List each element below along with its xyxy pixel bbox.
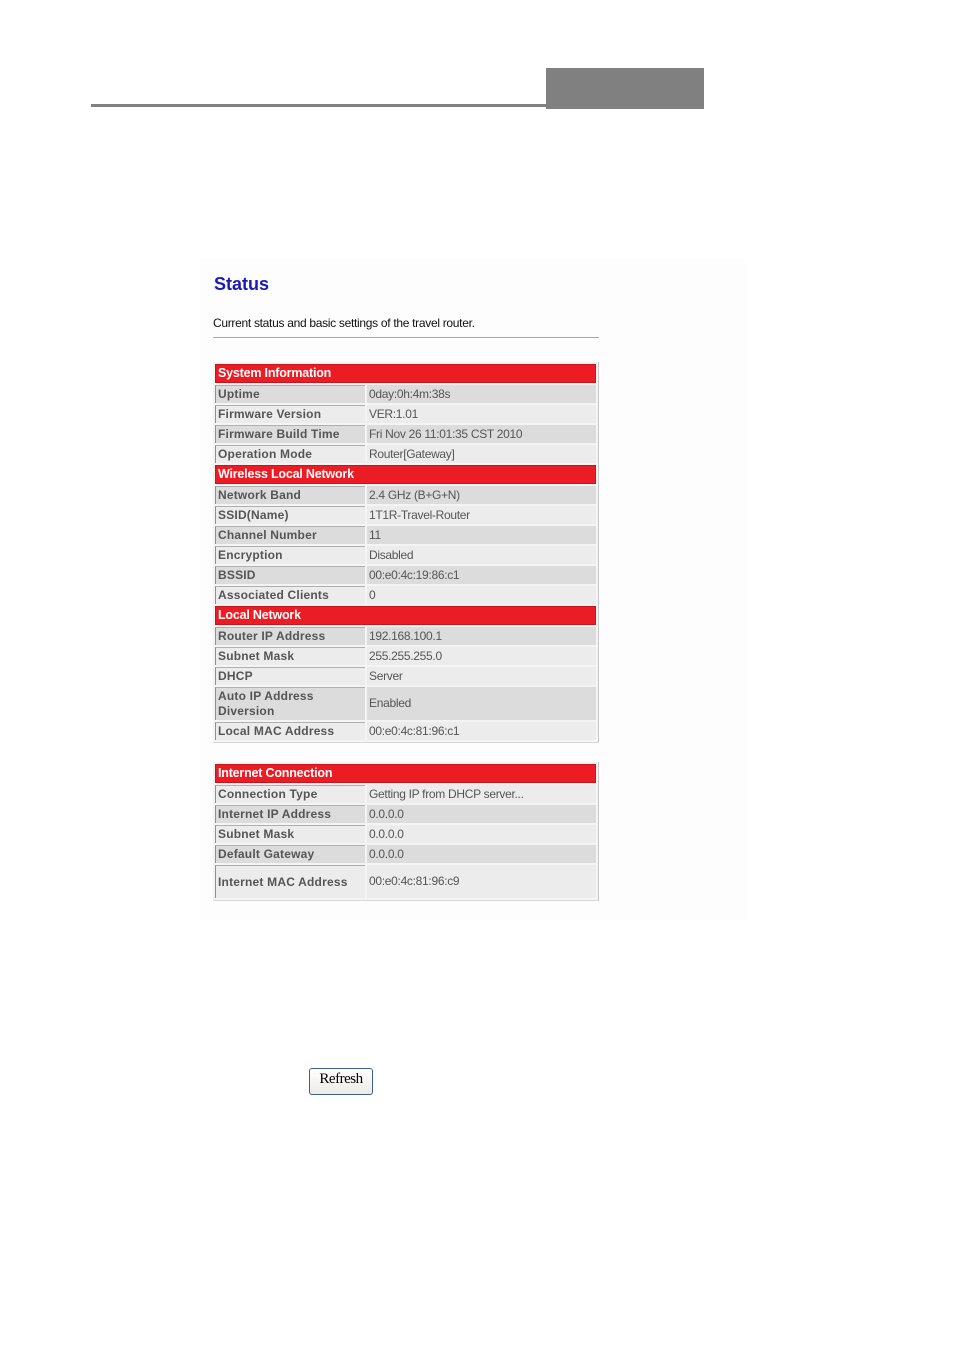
table-row: Default Gateway 0.0.0.0: [215, 845, 596, 863]
row-value: 192.168.100.1: [367, 627, 596, 645]
table-row: Firmware Build Time Fri Nov 26 11:01:35 C…: [215, 425, 596, 443]
row-label: Encryption: [215, 546, 365, 564]
row-value: 255.255.255.0: [367, 647, 596, 665]
table-row: Local MAC Address 00:e0:4c:81:96:c1: [215, 722, 596, 740]
row-label: Default Gateway: [215, 845, 365, 863]
section-header-row: Wireless Local Network: [215, 465, 596, 484]
row-value: Router[Gateway]: [367, 445, 596, 463]
row-label: Auto IP Address Diversion: [215, 687, 365, 720]
row-value: 00:e0:4c:81:96:c9: [367, 865, 596, 898]
table-row: Subnet Mask 0.0.0.0: [215, 825, 596, 843]
table-row: Network Band 2.4 GHz (B+G+N): [215, 486, 596, 504]
row-label: Connection Type: [215, 785, 365, 803]
section-heading: Local Network: [215, 606, 596, 625]
row-value: 0.0.0.0: [367, 845, 596, 863]
row-value: 1T1R-Travel-Router: [367, 506, 596, 524]
section-heading: System Information: [215, 364, 596, 383]
row-label: Operation Mode: [215, 445, 365, 463]
row-value: 0day:0h:4m:38s: [367, 385, 596, 403]
table-row: Internet MAC Address 00:e0:4c:81:96:c9: [215, 865, 596, 898]
table-row: BSSID 00:e0:4c:19:86:c1: [215, 566, 596, 584]
section-header-row: Local Network: [215, 606, 596, 625]
table-row: SSID(Name) 1T1R-Travel-Router: [215, 506, 596, 524]
section-heading: Internet Connection: [215, 764, 596, 783]
row-value: 11: [367, 526, 596, 544]
row-value: 2.4 GHz (B+G+N): [367, 486, 596, 504]
table-row: Associated Clients 0: [215, 586, 596, 604]
row-value: Enabled: [367, 687, 596, 720]
page-title: Status: [214, 274, 270, 294]
row-value: Disabled: [367, 546, 596, 564]
row-label: Network Band: [215, 486, 365, 504]
table-row: Firmware Version VER:1.01: [215, 405, 596, 423]
table-row: Router IP Address 192.168.100.1: [215, 627, 596, 645]
row-label: Firmware Version: [215, 405, 365, 423]
page-description: Current status and basic settings of the…: [213, 316, 475, 330]
status-table: System Information Uptime 0day:0h:4m:38s …: [213, 362, 599, 743]
row-value: Getting IP from DHCP server...: [367, 785, 596, 803]
internet-status-table: Internet Connection Connection Type Getti…: [213, 762, 599, 901]
row-value: VER:1.01: [367, 405, 596, 423]
table-row: Internet IP Address 0.0.0.0: [215, 805, 596, 823]
table-row: DHCP Server: [215, 667, 596, 685]
row-value: 0.0.0.0: [367, 825, 596, 843]
table-row: Connection Type Getting IP from DHCP serv…: [215, 785, 596, 803]
row-label: Local MAC Address: [215, 722, 365, 740]
page-header-tab: [546, 68, 704, 109]
row-value: 00:e0:4c:19:86:c1: [367, 566, 596, 584]
table-row: Auto IP Address Diversion Enabled: [215, 687, 596, 720]
table-row: Subnet Mask 255.255.255.0: [215, 647, 596, 665]
page-header-rule: [91, 104, 546, 107]
section-heading: Wireless Local Network: [215, 465, 596, 484]
row-value: 0: [367, 586, 596, 604]
row-label: Subnet Mask: [215, 825, 365, 843]
row-label: Associated Clients: [215, 586, 365, 604]
refresh-button[interactable]: Refresh: [309, 1068, 373, 1095]
table-row: Uptime 0day:0h:4m:38s: [215, 385, 596, 403]
row-label: SSID(Name): [215, 506, 365, 524]
row-value: Fri Nov 26 11:01:35 CST 2010: [367, 425, 596, 443]
section-header-row: Internet Connection: [215, 764, 596, 783]
table-row: Channel Number 11: [215, 526, 596, 544]
description-divider: [213, 337, 599, 338]
row-label: BSSID: [215, 566, 365, 584]
row-label: Internet IP Address: [215, 805, 365, 823]
row-label: Internet MAC Address: [215, 865, 365, 898]
row-label: Firmware Build Time: [215, 425, 365, 443]
row-value: 00:e0:4c:81:96:c1: [367, 722, 596, 740]
row-label: DHCP: [215, 667, 365, 685]
table-row: Operation Mode Router[Gateway]: [215, 445, 596, 463]
row-value: 0.0.0.0: [367, 805, 596, 823]
row-label: Router IP Address: [215, 627, 365, 645]
row-value: Server: [367, 667, 596, 685]
table-row: Encryption Disabled: [215, 546, 596, 564]
row-label: Uptime: [215, 385, 365, 403]
section-header-row: System Information: [215, 364, 596, 383]
row-label: Channel Number: [215, 526, 365, 544]
row-label: Subnet Mask: [215, 647, 365, 665]
